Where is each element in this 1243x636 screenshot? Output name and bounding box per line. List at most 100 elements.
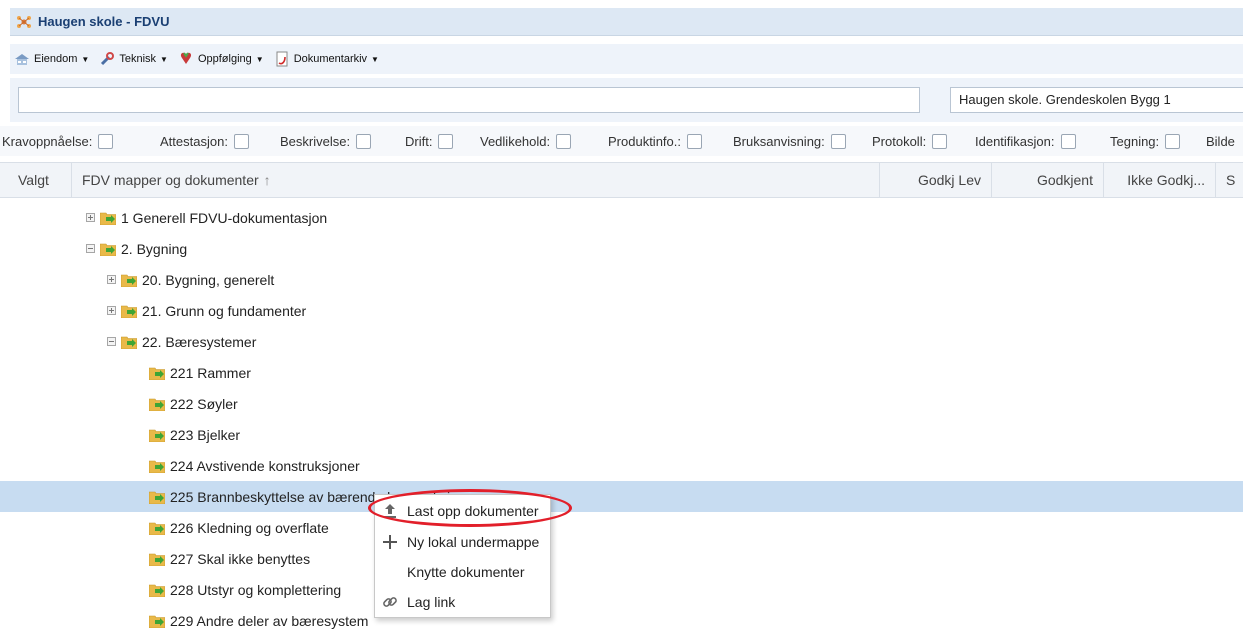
folder-icon (99, 242, 117, 256)
filter-checkbox[interactable] (356, 133, 372, 149)
tree-node-label: 226 Kledning og overflate (170, 519, 329, 536)
column-header-godkjent[interactable]: Godkjent (992, 163, 1104, 197)
column-label: Valgt (18, 172, 49, 188)
tree-row[interactable]: 22. Bæresystemer (0, 326, 1243, 357)
building-selector[interactable]: Haugen skole. Grendeskolen Bygg 1 (950, 87, 1243, 113)
filter-label: Vedlikehold: (480, 133, 551, 149)
upload-icon (379, 503, 401, 519)
tree-row[interactable]: 2. Bygning (0, 233, 1243, 264)
expand-icon[interactable] (86, 213, 95, 222)
filter-checkbox[interactable] (1165, 133, 1181, 149)
filter-label: Tegning: (1110, 133, 1160, 149)
menu-eiendom-label: Eiendom (34, 53, 78, 65)
filter-checkbox[interactable] (687, 133, 702, 149)
filter-label: Identifikasjon: (975, 133, 1055, 149)
tree-node-label: 224 Avstivende konstruksjoner (170, 457, 360, 474)
app-logo-icon (16, 14, 32, 30)
link-icon (379, 594, 401, 610)
filter-label: Attestasjon: (160, 133, 228, 149)
tree-row[interactable]: 225 Brannbeskyttelse av bærende konstruk… (0, 481, 1243, 512)
column-header-s[interactable]: S (1216, 163, 1243, 197)
technical-icon (99, 51, 115, 67)
menu-oppfolging[interactable]: Oppfølging ▼ (178, 51, 264, 67)
folder-icon (148, 552, 166, 566)
column-header-ikke-godkj[interactable]: Ikke Godkj... (1104, 163, 1216, 197)
filter-label: Produktinfo.: (608, 133, 681, 149)
menu-dokumentarkiv-label: Dokumentarkiv (293, 53, 368, 65)
plus-icon (379, 534, 401, 550)
filter-label: Kravoppnåelse: (2, 133, 93, 149)
column-header-fdv[interactable]: FDV mapper og dokumenter ↑ (72, 163, 880, 197)
tree-row[interactable]: 222 Søyler (0, 388, 1243, 419)
context-menu-label: Lag link (407, 594, 456, 610)
filter-protokoll[interactable]: Protokoll: (872, 133, 948, 149)
filter-drift[interactable]: Drift: (405, 133, 454, 149)
tree-row[interactable]: 229 Andre deler av bæresystem (0, 605, 1243, 636)
filter-checkbox[interactable] (98, 133, 114, 149)
menu-eiendom[interactable]: Eiendom ▼ (14, 51, 89, 67)
menu-teknisk[interactable]: Teknisk ▼ (99, 51, 168, 67)
column-label: Ikke Godkj... (1127, 172, 1205, 188)
context-menu-link-documents[interactable]: Knytte dokumenter (375, 557, 552, 587)
column-header-valgt[interactable]: Valgt (0, 163, 72, 197)
filter-checkbox[interactable] (830, 133, 846, 149)
tree-row[interactable]: 226 Kledning og overflate (0, 512, 1243, 543)
tree-row[interactable]: 224 Avstivende konstruksjoner (0, 450, 1243, 481)
filter-identifikasjon[interactable]: Identifikasjon: (975, 133, 1076, 149)
folder-icon (99, 211, 117, 225)
folder-icon (120, 273, 138, 287)
filter-tegning[interactable]: Tegning: (1110, 133, 1181, 149)
column-header-godkj-lev[interactable]: Godkj Lev (880, 163, 992, 197)
app-title: Haugen skole - FDVU (38, 14, 170, 29)
expand-icon[interactable] (107, 306, 116, 315)
followup-icon (178, 51, 194, 67)
filter-beskrivelse[interactable]: Beskrivelse: (280, 133, 372, 149)
folder-icon (148, 490, 166, 504)
tree-node-label: 228 Utstyr og komplettering (170, 581, 342, 598)
tree-row[interactable]: 1 Generell FDVU-dokumentasjon (0, 202, 1243, 233)
expand-icon[interactable] (107, 275, 116, 284)
context-menu-new-subfolder[interactable]: Ny lokal undermappe (375, 527, 552, 557)
grid-header: Valgt FDV mapper og dokumenter ↑ Godkj L… (0, 162, 1243, 198)
chevron-down-icon: ▼ (81, 54, 90, 64)
tree-row[interactable]: 21. Grunn og fundamenter (0, 295, 1243, 326)
tree-node-label: 222 Søyler (170, 395, 238, 412)
filter-produktinfo[interactable]: Produktinfo.: (608, 133, 702, 149)
filter-bilde[interactable]: Bilde (1206, 134, 1235, 149)
menu-dokumentarkiv[interactable]: Dokumentarkiv ▼ (274, 51, 379, 67)
tree-node-label: 227 Skal ikke benyttes (170, 550, 311, 567)
search-input[interactable] (18, 87, 920, 113)
tree-node-label: 22. Bæresystemer (142, 333, 257, 350)
tree-node-label: 221 Rammer (170, 364, 251, 381)
filter-attestasjon[interactable]: Attestasjon: (160, 133, 249, 149)
context-menu-create-link[interactable]: Lag link (375, 587, 552, 617)
tree-row[interactable]: 223 Bjelker (0, 419, 1243, 450)
filter-checkbox[interactable] (438, 133, 454, 149)
tree-row[interactable]: 221 Rammer (0, 357, 1243, 388)
search-row: Haugen skole. Grendeskolen Bygg 1 (10, 78, 1243, 122)
menu-oppfolging-label: Oppfølging (197, 53, 252, 65)
title-bar: Haugen skole - FDVU (10, 8, 1243, 36)
chevron-down-icon: ▼ (160, 54, 168, 64)
filter-checkbox[interactable] (233, 133, 249, 149)
tree-row[interactable]: 20. Bygning, generelt (0, 264, 1243, 295)
filter-bruksanvisning[interactable]: Bruksanvisning: (733, 133, 846, 149)
context-menu-upload-documents[interactable]: Last opp dokumenter (375, 496, 552, 526)
filter-checkbox[interactable] (556, 133, 572, 149)
filter-vedlikehold[interactable]: Vedlikehold: (480, 133, 572, 149)
column-label: Godkjent (1036, 172, 1093, 188)
filter-label: Bilde (1206, 133, 1235, 149)
filter-checkbox[interactable] (1060, 133, 1076, 149)
filter-checkbox[interactable] (932, 133, 948, 149)
tree-row[interactable]: 228 Utstyr og komplettering (0, 574, 1243, 605)
collapse-icon[interactable] (107, 337, 116, 346)
folder-icon (120, 304, 138, 318)
filter-kravoppnaelse[interactable]: Kravoppnåelse: (2, 133, 114, 149)
folder-icon (120, 335, 138, 349)
filter-label: Protokoll: (872, 133, 927, 149)
tree-node-label: 223 Bjelker (170, 426, 241, 443)
tree-row[interactable]: 227 Skal ikke benyttes (0, 543, 1243, 574)
menu-bar: Eiendom ▼ Teknisk ▼ Oppfølging ▼ Dokumen… (10, 44, 1243, 74)
collapse-icon[interactable] (86, 244, 95, 253)
column-label: S (1226, 172, 1236, 188)
